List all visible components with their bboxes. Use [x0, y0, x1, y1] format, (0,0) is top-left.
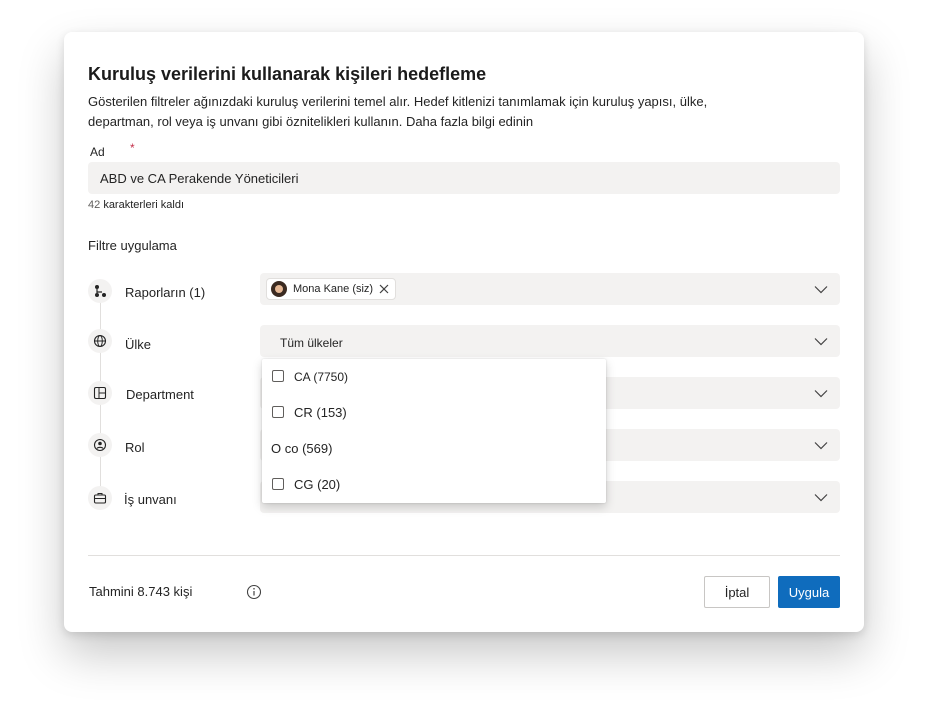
country-option[interactable]: CR (153) [262, 395, 606, 431]
target-people-dialog: Kuruluş verilerini kullanarak kişileri h… [64, 32, 864, 632]
reports-filter-field[interactable]: Mona Kane (siz) [260, 273, 840, 305]
country-selected-value: Tüm ülkeler [280, 336, 343, 350]
country-option[interactable]: CG (20) [262, 467, 606, 503]
info-icon[interactable] [246, 584, 262, 600]
dialog-title: Kuruluş verilerini kullanarak kişileri h… [88, 64, 487, 84]
name-label: Ad [90, 145, 105, 159]
apply-button[interactable]: Uygula [778, 576, 840, 608]
chevron-down-icon[interactable] [814, 490, 828, 504]
filter-label-country: Ülke [125, 337, 152, 352]
chevron-down-icon[interactable] [814, 334, 828, 348]
country-dropdown-list: CA (7750) CR (153) O co (569) CG (20) [262, 359, 606, 503]
characters-left-count: 42 [88, 199, 101, 211]
country-filter-field[interactable]: Tüm ülkeler [260, 325, 840, 357]
filter-label-reports: Raporların (1) [125, 285, 206, 300]
country-option-label: O co (569) [271, 441, 333, 456]
checkbox[interactable] [272, 478, 284, 490]
department-icon [88, 381, 112, 405]
remove-chip-icon[interactable] [379, 284, 389, 294]
filter-section-title: Filtre uygulama [88, 238, 177, 253]
role-icon [88, 433, 112, 457]
characters-left-text: karakterleri kaldı [103, 199, 185, 211]
checkbox[interactable] [272, 370, 284, 382]
avatar [271, 281, 287, 297]
chevron-down-icon[interactable] [814, 282, 828, 296]
country-option-label: CA (7750) [294, 370, 349, 384]
country-option-label: CG (20) [294, 477, 341, 492]
filter-label-role: Rol [125, 440, 145, 455]
globe-icon [88, 329, 112, 353]
org-chart-icon [88, 279, 112, 303]
checkbox[interactable] [272, 406, 284, 418]
country-option-label: CR (153) [294, 405, 347, 420]
filter-label-department: Department [126, 387, 194, 402]
characters-left: 42 karakterleri kaldı [88, 199, 184, 211]
filter-label-job-title: İş unvanı [124, 492, 177, 507]
person-chip-name: Mona Kane (siz) [293, 283, 374, 295]
chevron-down-icon[interactable] [814, 438, 828, 452]
country-option[interactable]: CA (7750) [262, 359, 606, 395]
briefcase-icon [88, 486, 112, 510]
person-chip: Mona Kane (siz) [266, 278, 397, 300]
audience-estimate: Tahmini 8.743 kişi [89, 584, 193, 599]
cancel-button[interactable]: İptal [704, 576, 770, 608]
required-indicator: * [130, 141, 135, 155]
name-input[interactable] [88, 162, 840, 194]
chevron-down-icon[interactable] [814, 386, 828, 400]
footer-divider [88, 555, 840, 556]
dialog-description: Gösterilen filtreler ağınızdaki kuruluş … [88, 94, 708, 129]
country-option[interactable]: O co (569) [262, 431, 606, 467]
